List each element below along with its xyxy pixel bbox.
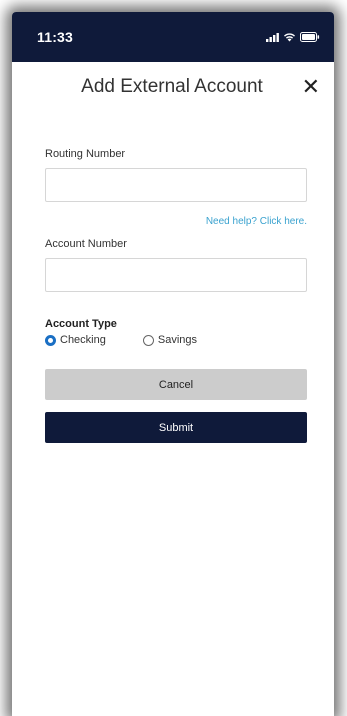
wifi-icon <box>284 33 295 42</box>
close-icon: ✕ <box>301 74 320 99</box>
account-type-group: Account Type Checking Savings <box>45 318 308 346</box>
radio-checked-icon <box>45 334 56 346</box>
page-title: Add External Account <box>81 76 263 97</box>
status-time: 11:33 <box>37 29 74 45</box>
account-number-label: Account Number <box>45 238 127 250</box>
radio-unchecked-icon <box>142 334 154 346</box>
routing-number-input[interactable] <box>45 168 307 202</box>
radio-checking-label: Checking <box>60 334 106 346</box>
radio-checking[interactable]: Checking <box>45 334 106 346</box>
account-type-radios: Checking Savings <box>45 334 308 346</box>
cancel-button[interactable]: Cancel <box>45 369 307 400</box>
status-bar: 11:33 <box>12 12 334 62</box>
phone-screen: 11:33 Add External Account ✕ Routing Num… <box>12 12 334 716</box>
routing-number-label: Routing Number <box>45 148 126 160</box>
account-number-input[interactable] <box>45 258 307 292</box>
battery-icon <box>300 32 320 42</box>
external-account-form: Routing Number Need help? Click here. Ac… <box>12 148 334 443</box>
routing-number-group: Routing Number <box>45 148 308 202</box>
device-background: 11:33 Add External Account ✕ Routing Num… <box>0 0 347 716</box>
signal-icon <box>266 32 279 42</box>
submit-button[interactable]: Submit <box>45 412 307 443</box>
radio-savings-label: Savings <box>157 334 197 346</box>
close-button[interactable]: ✕ <box>302 76 320 98</box>
account-type-label: Account Type <box>45 318 117 330</box>
status-icons <box>266 32 320 42</box>
radio-savings[interactable]: Savings <box>142 334 197 346</box>
help-link[interactable]: Need help? Click here. <box>45 216 307 227</box>
account-number-group: Account Number <box>45 238 308 292</box>
modal-header: Add External Account ✕ <box>12 62 334 112</box>
